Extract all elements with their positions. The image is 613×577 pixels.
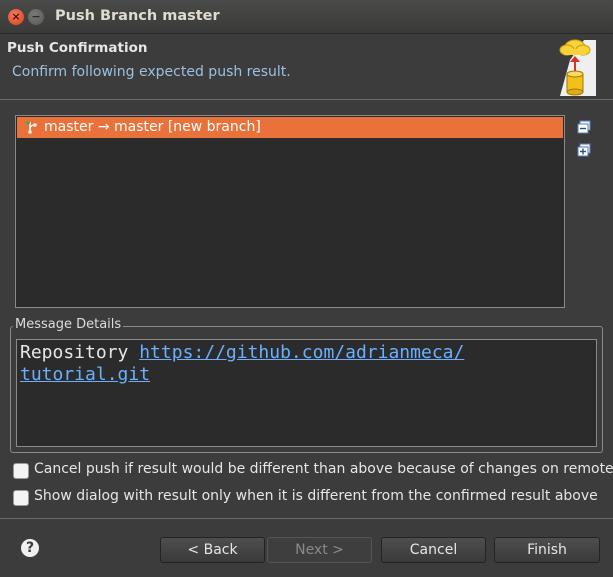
page-description: Confirm following expected push result. <box>12 64 291 80</box>
back-button[interactable]: < Back <box>160 537 265 563</box>
footer-divider <box>0 518 613 519</box>
window-title: Push Branch master <box>55 8 220 24</box>
push-result-list[interactable]: master → master [new branch] <box>15 115 565 308</box>
repository-link[interactable]: https://github.com/adrianmeca/ <box>139 342 464 363</box>
repository-prefix: Repository <box>20 342 140 363</box>
new-branch-icon <box>26 121 37 134</box>
message-details-text[interactable]: Repository https://github.com/adrianmeca… <box>16 339 597 447</box>
cancel-push-label: Cancel push if result would be different… <box>34 461 613 477</box>
push-to-cloud-icon <box>559 39 596 96</box>
help-icon[interactable]: ? <box>21 539 39 557</box>
collapse-all-icon[interactable] <box>577 120 591 134</box>
show-dialog-label: Show dialog with result only when it is … <box>34 488 598 504</box>
cancel-push-checkbox[interactable] <box>13 463 29 479</box>
window-minimize-button[interactable]: − <box>28 9 44 25</box>
next-button[interactable]: Next > <box>267 537 372 563</box>
list-item-master[interactable]: master → master [new branch] <box>17 117 563 138</box>
expand-all-icon[interactable] <box>577 143 591 157</box>
wizard-header: Push Confirmation Confirm following expe… <box>0 34 613 100</box>
page-title: Push Confirmation <box>7 40 148 56</box>
message-details-label: Message Details <box>13 317 124 332</box>
show-dialog-checkbox[interactable] <box>13 490 29 506</box>
list-item-label: master → master [new branch] <box>44 119 261 135</box>
repository-link-continued[interactable]: tutorial.git <box>20 364 150 385</box>
title-bar: × − Push Branch master <box>0 0 613 34</box>
cancel-button[interactable]: Cancel <box>381 537 486 563</box>
window-close-button[interactable]: × <box>8 9 24 25</box>
finish-button[interactable]: Finish <box>494 537 600 563</box>
